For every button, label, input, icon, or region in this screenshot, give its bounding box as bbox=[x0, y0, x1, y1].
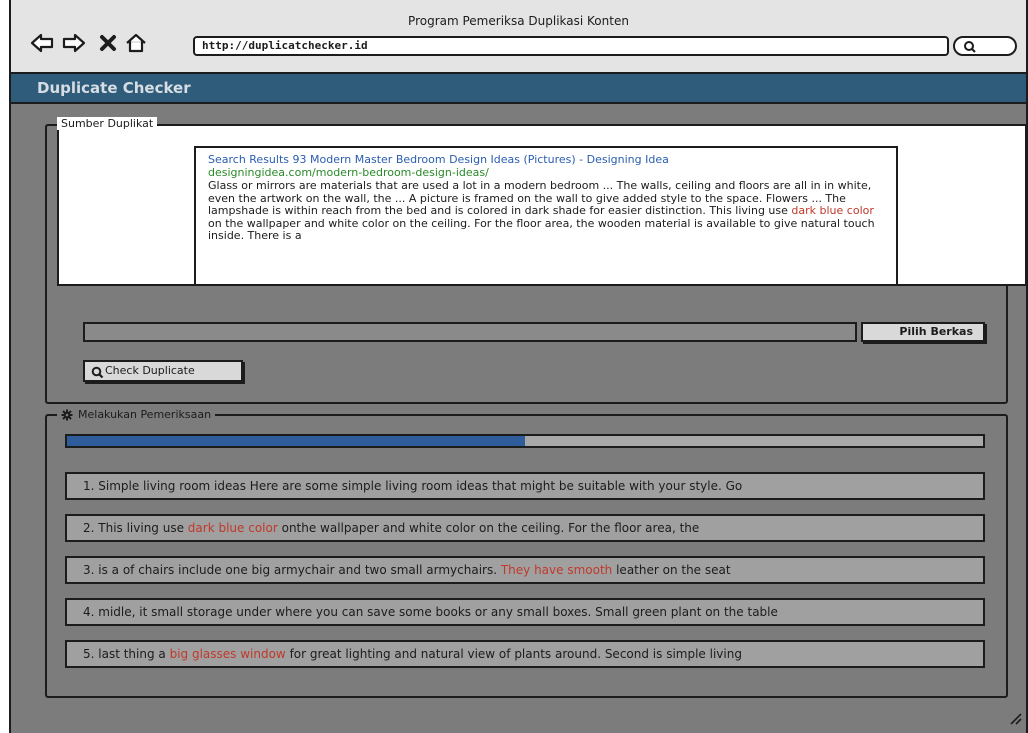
progress-bar bbox=[65, 434, 985, 448]
result-row[interactable]: 1. Simple living room ideas Here are som… bbox=[65, 472, 985, 500]
file-path-field[interactable] bbox=[83, 322, 857, 342]
row-text: 3. is a of chairs include one big armych… bbox=[83, 563, 501, 577]
process-panel: Melakukan Pemeriksaan 1. Simple living r… bbox=[45, 408, 1008, 698]
row-text: onthe wallpaper and white color on the c… bbox=[277, 521, 700, 535]
close-icon bbox=[100, 35, 116, 51]
row-text: 2. This living use bbox=[83, 521, 188, 535]
row-text: 4. midle, it small storage under where y… bbox=[83, 605, 778, 619]
arrow-left-icon bbox=[30, 33, 54, 53]
process-legend: Melakukan Pemeriksaan bbox=[57, 408, 216, 421]
result-row[interactable]: 2. This living use dark blue color onthe… bbox=[65, 514, 985, 542]
app-title-bar: Duplicate Checker bbox=[11, 74, 1026, 104]
result-row[interactable]: 4. midle, it small storage under where y… bbox=[65, 598, 985, 626]
row-text: for great lighting and natural view of p… bbox=[285, 647, 742, 661]
snippet-text: Glass or mirrors are materials that are … bbox=[208, 179, 872, 217]
browser-toolbar: Program Pemeriksa Duplikasi Konten http:… bbox=[11, 0, 1026, 74]
result-row[interactable]: 3. is a of chairs include one big armych… bbox=[65, 556, 985, 584]
browser-search-button[interactable] bbox=[953, 36, 1017, 56]
row-highlight: dark blue color bbox=[187, 521, 278, 535]
source-panel: Search Results 93 Modern Master Bedroom … bbox=[45, 117, 1027, 404]
search-icon bbox=[91, 366, 104, 379]
process-legend-label: Melakukan Pemeriksaan bbox=[78, 408, 212, 421]
result-title[interactable]: Search Results 93 Modern Master Bedroom … bbox=[208, 153, 882, 167]
window-title: Program Pemeriksa Duplikasi Konten bbox=[408, 14, 629, 28]
row-text: 1. Simple living room ideas Here are som… bbox=[83, 479, 743, 493]
home-button[interactable] bbox=[123, 30, 149, 56]
gear-icon bbox=[61, 409, 73, 420]
row-text: 5. last thing a bbox=[83, 647, 170, 661]
result-row[interactable]: 5. last thing a big glasses window for g… bbox=[65, 640, 985, 668]
source-legend: Sumber Duplikat bbox=[57, 117, 158, 130]
resize-grip-icon[interactable] bbox=[1008, 710, 1022, 729]
result-url[interactable]: designingidea.com/modern-bedroom-design-… bbox=[208, 166, 882, 180]
forward-button[interactable] bbox=[61, 30, 87, 56]
snippet-highlight: dark blue color bbox=[791, 204, 874, 217]
progress-fill bbox=[67, 436, 525, 446]
source-legend-label: Sumber Duplikat bbox=[61, 117, 154, 130]
url-bar[interactable]: http://duplicatchecker.id bbox=[193, 36, 949, 56]
row-highlight: They have smooth bbox=[500, 563, 613, 577]
back-button[interactable] bbox=[29, 30, 55, 56]
row-highlight: big glasses window bbox=[169, 647, 286, 661]
arrow-right-icon bbox=[62, 33, 86, 53]
result-snippet: Glass or mirrors are materials that are … bbox=[208, 179, 882, 243]
source-preview-area: Search Results 93 Modern Master Bedroom … bbox=[57, 124, 1027, 286]
home-icon bbox=[126, 33, 146, 53]
snippet-text: on the wallpaper and white color on the … bbox=[208, 216, 875, 242]
app-window: Program Pemeriksa Duplikasi Konten http:… bbox=[9, 0, 1028, 733]
check-duplicate-button[interactable]: Check Duplicate bbox=[83, 360, 243, 382]
row-text: leather on the seat bbox=[612, 563, 731, 577]
choose-file-button[interactable]: Pilih Berkas bbox=[861, 322, 985, 342]
check-duplicate-label: Check Duplicate bbox=[105, 364, 195, 377]
stop-button[interactable] bbox=[95, 30, 121, 56]
search-icon bbox=[964, 41, 976, 53]
search-result-card: Search Results 93 Modern Master Bedroom … bbox=[194, 146, 898, 286]
